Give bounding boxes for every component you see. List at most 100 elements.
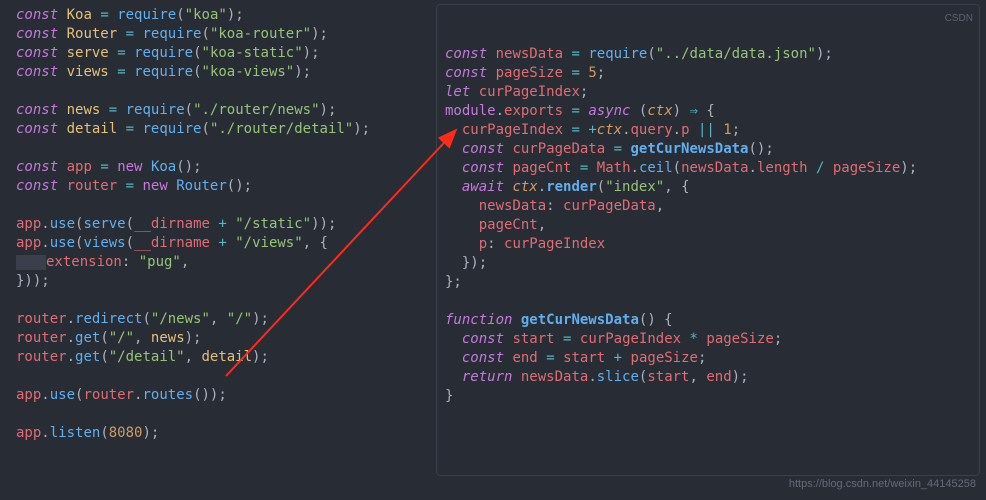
code-token: = [571,46,579,62]
code-token: = [126,26,134,42]
code-token [58,121,66,137]
code-token: router [16,330,67,346]
code-token [808,160,816,176]
code-token: curPageIndex [479,84,580,100]
code-token: p [479,236,487,252]
code-token: render [546,179,597,195]
code-line: const pageCnt = Math.ceil(newsData.lengt… [445,159,971,178]
code-token: detail [67,121,118,137]
code-token: = [100,7,108,23]
code-token: ( [176,7,184,23]
code-token: detail [201,349,252,365]
code-token: length [757,160,808,176]
code-token: getCurNewsData [630,141,748,157]
code-token: 5 [588,65,596,81]
code-line: app.use(router.routes()); [16,386,436,405]
code-token [109,159,117,175]
code-token: __dirname [134,216,210,232]
code-token: : [122,254,139,270]
code-token: const [462,141,504,157]
code-token [58,45,66,61]
code-token: ); [294,64,311,80]
code-token: "/news" [151,311,210,327]
code-token: = [117,45,125,61]
code-token [470,84,478,100]
code-token: __dirname [134,235,210,251]
code-token: const [16,159,58,175]
code-token: , [210,311,227,327]
code-token: = [109,102,117,118]
code-token: get [75,349,100,365]
code-token: . [631,160,639,176]
code-token: , [690,369,707,385]
code-line: const news = require("./router/news"); [16,101,436,120]
code-token: curPageData [512,141,605,157]
code-token: () { [639,312,673,328]
code-token [824,160,832,176]
code-token [555,331,563,347]
code-line: newsData: curPageData, [445,197,971,216]
code-token: routes [142,387,193,403]
code-line [16,196,436,215]
code-token: 8080 [109,425,143,441]
code-token: const [16,102,58,118]
code-token: . [588,369,596,385]
code-token: const [445,65,487,81]
code-token: ctx [597,122,622,138]
code-token [571,331,579,347]
code-token: require [126,102,185,118]
code-token [445,141,462,157]
code-token: = [571,103,579,119]
corner-tag: CSDN [945,9,973,28]
code-token: || [698,122,715,138]
code-token [16,255,46,270]
code-token: serve [83,216,125,232]
code-token: return [462,369,513,385]
code-line: const end = start + pageSize; [445,349,971,368]
code-token: ceil [639,160,673,176]
code-token [605,350,613,366]
code-token [715,122,723,138]
code-token [117,178,125,194]
code-token: , [656,198,664,214]
code-token [100,102,108,118]
code-token: : [546,198,563,214]
code-token: ( [100,330,108,346]
code-token: const [462,160,504,176]
code-token: listen [50,425,101,441]
code-line: } [445,387,971,406]
code-token: ); [185,330,202,346]
code-token: ctx [512,179,537,195]
code-token: ( [202,121,210,137]
code-token [109,64,117,80]
code-token: curPageIndex [504,236,605,252]
code-token: } [445,388,453,404]
code-token: ( [100,425,108,441]
code-token [227,216,235,232]
code-token [445,350,462,366]
code-token: . [41,425,49,441]
code-token: . [41,216,49,232]
code-token: , { [303,235,328,251]
code-token: ( [193,45,201,61]
code-token: { [698,103,715,119]
code-token: require [134,45,193,61]
code-token: ( [126,216,134,232]
code-token [445,122,462,138]
code-token: }); [445,255,487,271]
code-token: Router [67,26,118,42]
code-token: = [614,141,622,157]
code-line: module.exports = async (ctx) ⇒ { [445,102,971,121]
code-token: start [563,350,605,366]
left-code-panel: const Koa = require("koa");const Router … [16,4,436,443]
watermark-text: https://blog.csdn.net/weixin_44145258 [789,475,976,494]
code-token: . [749,160,757,176]
code-token: const [462,331,504,347]
code-token: = [546,350,554,366]
code-token: "/detail" [109,349,185,365]
code-token: end [706,369,731,385]
code-token: ( [185,102,193,118]
code-line: app.use(views(__dirname + "/views", { [16,234,436,253]
code-line: const app = new Koa(); [16,158,436,177]
code-token: const [462,350,504,366]
